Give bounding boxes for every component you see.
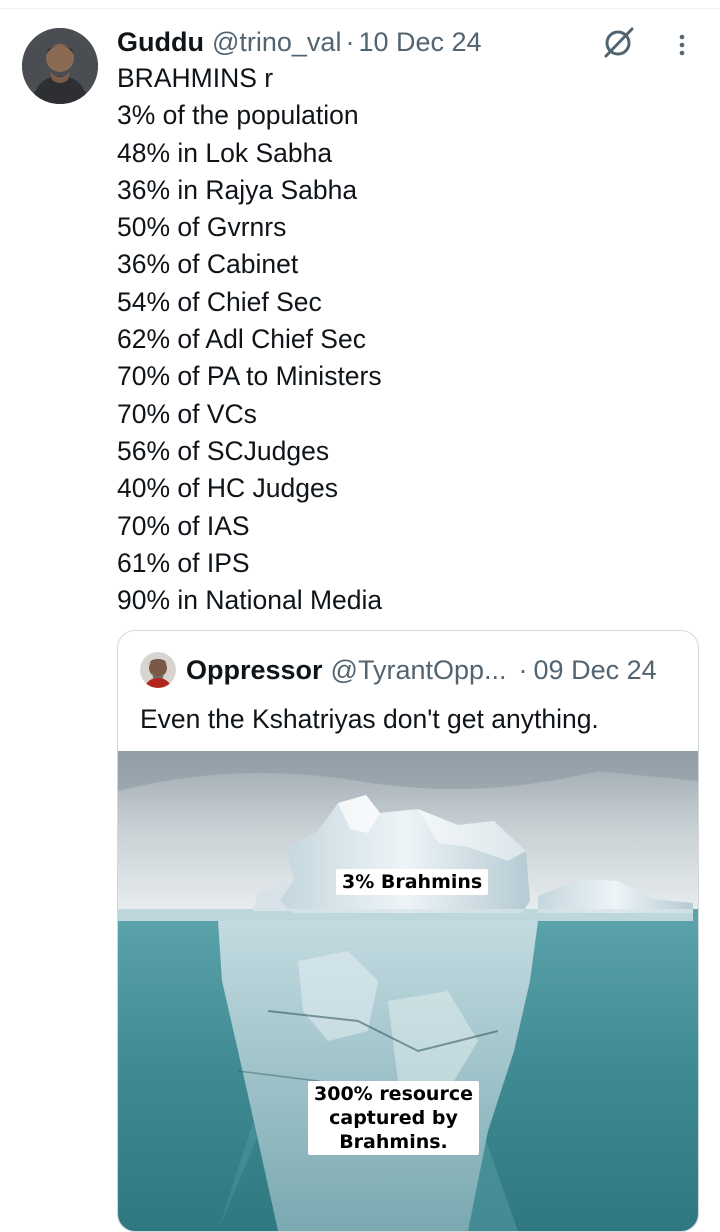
author-avatar[interactable] [22, 28, 98, 104]
tweet-line: 90% in National Media [117, 585, 383, 616]
tweet-line: 3% of the population [117, 100, 359, 131]
more-options-icon[interactable] [670, 28, 694, 62]
tweet-text: BRAHMINS r 3% of the population 48% in L… [117, 60, 697, 619]
iceberg-caption-top: 3% Brahmins [336, 869, 489, 895]
quoted-tweet-header: Oppressor @TyrantOpp... · 09 Dec 24 [140, 651, 657, 689]
top-divider [0, 8, 720, 9]
quoted-tweet-media[interactable]: 3% Brahmins 300% resource captured by Br… [118, 751, 698, 1231]
iceberg-caption-bottom: 300% resource captured by Brahmins. [308, 1081, 479, 1155]
quoted-tweet-date[interactable]: 09 Dec 24 [534, 655, 657, 686]
tweet-line: 62% of Adl Chief Sec [117, 324, 366, 355]
tweet-line: 56% of SCJudges [117, 435, 330, 466]
grok-icon[interactable] [601, 24, 637, 60]
quoted-author-avatar[interactable] [140, 652, 176, 688]
quoted-author-handle[interactable]: @TyrantOpp... [331, 655, 507, 686]
tweet-line: 70% of IAS [117, 510, 250, 541]
tweet-line: 36% in Rajya Sabha [117, 174, 358, 205]
quoted-tweet-card[interactable]: Oppressor @TyrantOpp... · 09 Dec 24 Even… [117, 630, 699, 1232]
author-name[interactable]: Guddu [117, 27, 204, 58]
tweet-date[interactable]: 10 Dec 24 [358, 27, 481, 58]
tweet-line: 50% of Gvrnrs [117, 212, 287, 243]
quoted-tweet-text: Even the Kshatriyas don't get anything. [140, 704, 599, 734]
quoted-avatar-icon [140, 652, 176, 688]
tweet-line: BRAHMINS r [117, 63, 274, 93]
quoted-header-separator: · [518, 654, 528, 685]
tweet-line: 36% of Cabinet [117, 249, 299, 280]
iceberg-image [118, 751, 698, 1231]
header-separator: · [345, 26, 355, 57]
tweet-line: 70% of VCs [117, 398, 257, 429]
author-handle[interactable]: @trino_val [212, 27, 341, 58]
tweet-line: 48% in Lok Sabha [117, 137, 333, 168]
tweet-line: 70% of PA to Ministers [117, 361, 382, 392]
quoted-author-name[interactable]: Oppressor [186, 655, 323, 686]
tweet-line: 54% of Chief Sec [117, 286, 322, 317]
tweet-header: Guddu @trino_val · 10 Dec 24 [117, 24, 482, 60]
tweet-line: 61% of IPS [117, 547, 250, 578]
tweet-line: 40% of HC Judges [117, 473, 338, 504]
user-avatar-icon [22, 28, 98, 104]
